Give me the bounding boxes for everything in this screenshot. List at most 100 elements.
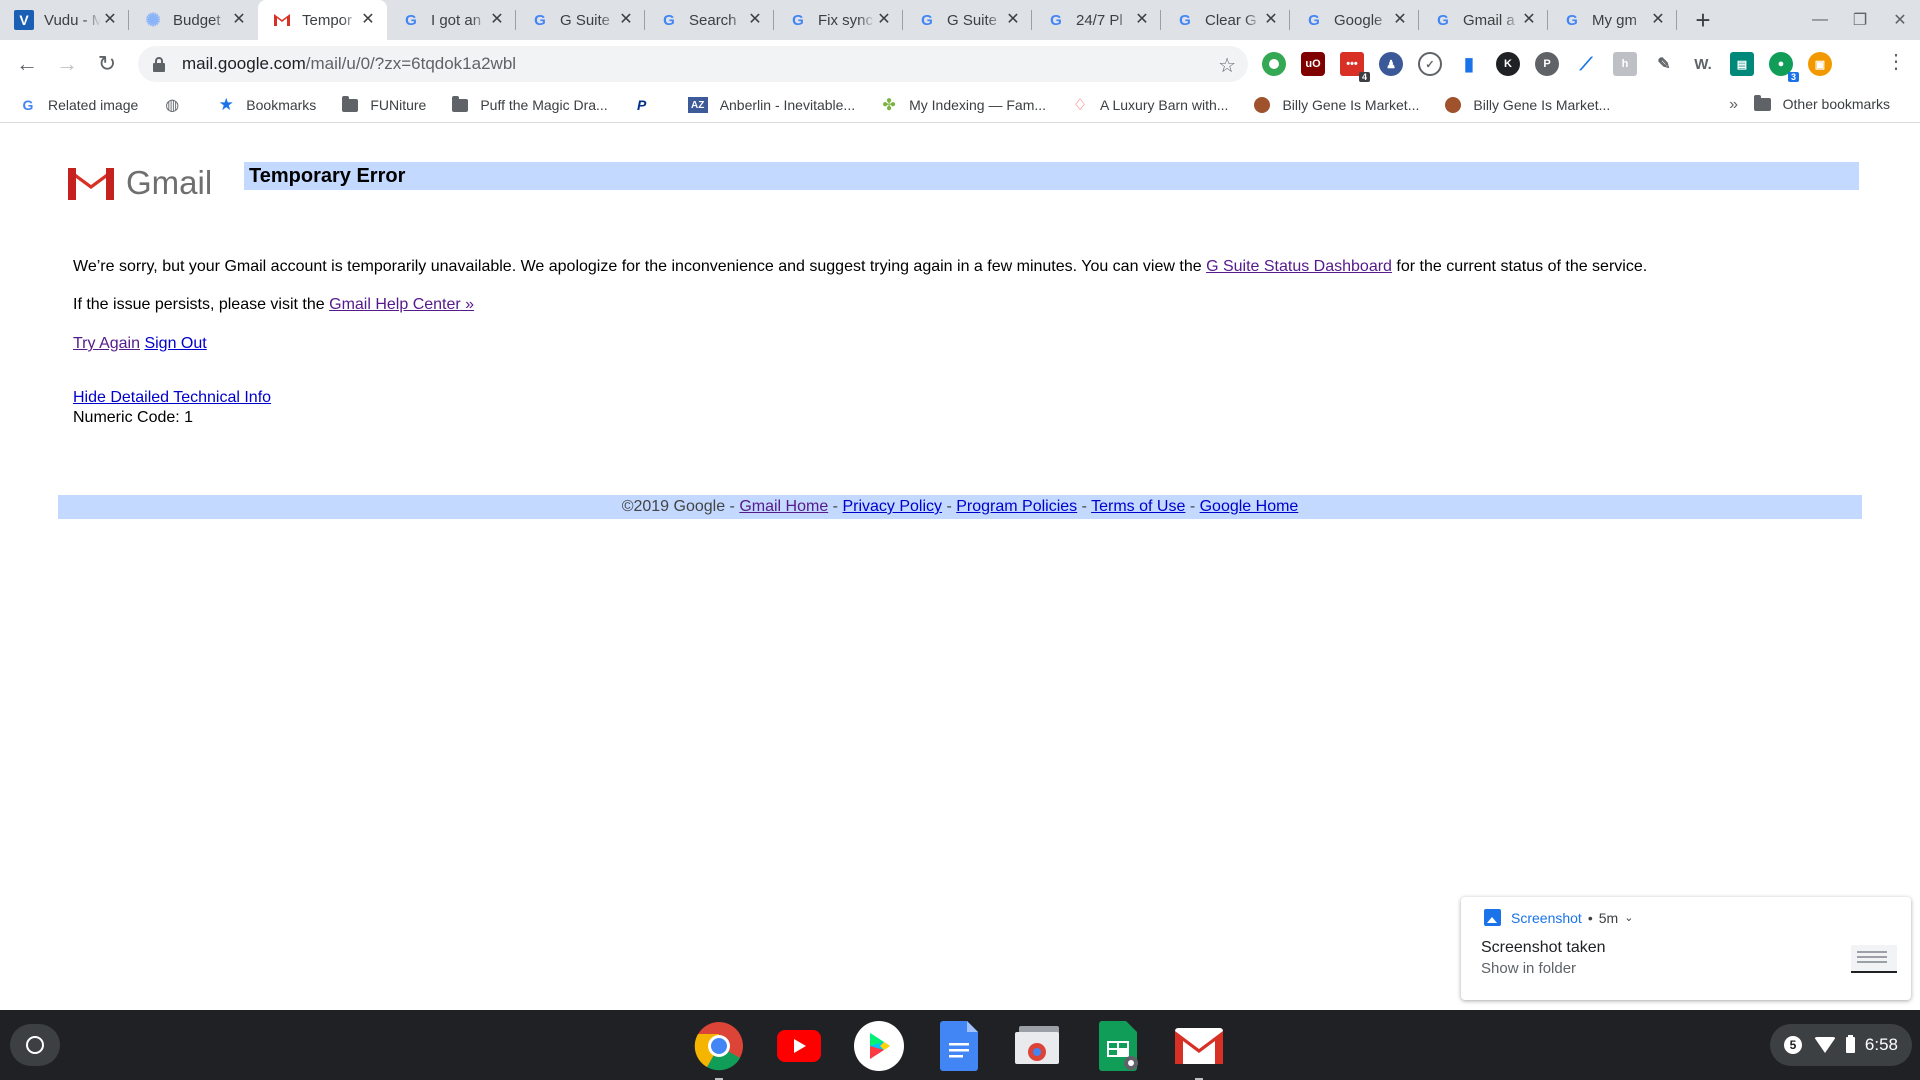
program-policies-link[interactable]: Program Policies bbox=[956, 498, 1077, 515]
close-icon[interactable]: ✕ bbox=[1262, 11, 1280, 29]
restore-icon[interactable]: ❐ bbox=[1840, 0, 1880, 40]
tab-vudu[interactable]: V Vudu - M ✕ bbox=[0, 0, 129, 40]
analytics-extension-icon[interactable]: ▮ bbox=[1457, 52, 1481, 76]
bookmark-label: Related image bbox=[48, 97, 139, 113]
orange-extension-icon[interactable]: ▣ bbox=[1808, 52, 1832, 76]
pinterest-extension-icon[interactable]: P bbox=[1535, 52, 1559, 76]
close-icon[interactable]: ✕ bbox=[617, 11, 635, 29]
paypal-icon: P bbox=[637, 97, 647, 113]
screen-capture-icon[interactable] bbox=[1013, 1020, 1065, 1072]
other-bookmarks-label: Other bookmarks bbox=[1782, 96, 1890, 112]
numeric-code: Numeric Code: 1 bbox=[73, 409, 194, 426]
tab-fix-sync[interactable]: G Fix sync ✕ bbox=[774, 0, 903, 40]
play-store-icon[interactable] bbox=[853, 1020, 905, 1072]
close-icon[interactable]: ✕ bbox=[101, 11, 119, 29]
show-in-folder-button[interactable]: Show in folder bbox=[1481, 960, 1576, 977]
check-extension-icon[interactable]: ✓ bbox=[1418, 52, 1442, 76]
bookmark-paypal[interactable]: P bbox=[634, 97, 662, 113]
k-extension-icon[interactable]: K bbox=[1496, 52, 1520, 76]
ublock-extension-icon[interactable]: uO bbox=[1301, 52, 1325, 76]
tab-g-suite-2[interactable]: G G Suite ✕ bbox=[903, 0, 1032, 40]
close-icon[interactable]: ✕ bbox=[1520, 11, 1538, 29]
message-text: for the current status of the service. bbox=[1391, 258, 1648, 275]
bookmark-anberlin[interactable]: AZ Anberlin - Inevitable... bbox=[687, 97, 855, 113]
close-window-icon[interactable]: ✕ bbox=[1880, 0, 1920, 40]
try-again-link[interactable]: Try Again bbox=[73, 335, 140, 352]
gmail-home-link[interactable]: Gmail Home bbox=[739, 498, 828, 515]
teal-extension-icon[interactable]: ▤ bbox=[1730, 52, 1754, 76]
minimize-icon[interactable]: — bbox=[1800, 0, 1840, 40]
new-tab-button[interactable]: + bbox=[1683, 0, 1723, 40]
tab-24-7[interactable]: G 24/7 Pl ✕ bbox=[1032, 0, 1161, 40]
bookmark-funiture[interactable]: FUNiture bbox=[342, 95, 426, 113]
tab-my-gmail[interactable]: G My gm ✕ bbox=[1548, 0, 1677, 40]
sheets-icon[interactable] bbox=[1093, 1020, 1145, 1072]
close-icon[interactable]: ✕ bbox=[1004, 11, 1022, 29]
notification-time-sep: • bbox=[1587, 909, 1593, 926]
gmail-icon[interactable] bbox=[1173, 1020, 1225, 1080]
terms-of-use-link[interactable]: Terms of Use bbox=[1091, 498, 1185, 515]
close-icon[interactable]: ✕ bbox=[230, 11, 248, 29]
youtube-icon[interactable] bbox=[773, 1020, 825, 1072]
feather-gray-extension-icon[interactable]: ✎ bbox=[1652, 52, 1676, 76]
account-extension-icon[interactable]: ♟ bbox=[1379, 52, 1403, 76]
close-icon[interactable]: ✕ bbox=[875, 11, 893, 29]
screenshot-notification[interactable]: Screenshot • 5m ⌄ Screenshot taken Show … bbox=[1461, 897, 1911, 1000]
close-icon[interactable]: ✕ bbox=[1391, 11, 1409, 29]
close-icon[interactable]: ✕ bbox=[1649, 11, 1667, 29]
chevron-down-icon[interactable]: ⌄ bbox=[1624, 911, 1633, 924]
hide-technical-info-link[interactable]: Hide Detailed Technical Info bbox=[73, 389, 271, 406]
status-tray[interactable]: 5 6:58 bbox=[1769, 1024, 1912, 1066]
bookmark-luxury-barn[interactable]: ♢ A Luxury Barn with... bbox=[1072, 97, 1229, 114]
tab-clear-g[interactable]: G Clear G ✕ bbox=[1161, 0, 1290, 40]
feather-extension-icon[interactable]: ⟋ bbox=[1574, 52, 1598, 76]
bookmark-bookmarks[interactable]: ★ Bookmarks bbox=[218, 95, 317, 114]
tab-google[interactable]: G Google ✕ bbox=[1290, 0, 1419, 40]
close-icon[interactable]: ✕ bbox=[359, 11, 377, 29]
back-icon[interactable]: ← bbox=[7, 44, 47, 84]
clock: 6:58 bbox=[1864, 1035, 1898, 1054]
tab-budget[interactable]: ✺ Budget ✕ bbox=[129, 0, 258, 40]
more-menu-icon[interactable]: ⋮ bbox=[1886, 52, 1906, 72]
launcher-button[interactable] bbox=[10, 1024, 60, 1066]
close-icon[interactable]: ✕ bbox=[746, 11, 764, 29]
status-dashboard-link[interactable]: G Suite Status Dashboard bbox=[1206, 258, 1392, 275]
bookmark-billy-gene-1[interactable]: Billy Gene Is Market... bbox=[1254, 97, 1419, 113]
green-ring-extension-icon[interactable] bbox=[1262, 52, 1286, 76]
bookmark-my-indexing[interactable]: ✤ My Indexing — Fam... bbox=[881, 97, 1046, 114]
bookmark-star-icon[interactable]: ☆ bbox=[1218, 53, 1236, 78]
chat-extension-icon[interactable]: ● 3 bbox=[1769, 52, 1799, 82]
bookmark-billy-gene-2[interactable]: Billy Gene Is Market... bbox=[1445, 97, 1610, 113]
bookmarks-overflow-button[interactable]: » bbox=[1729, 96, 1738, 114]
close-icon[interactable]: ✕ bbox=[1133, 11, 1151, 29]
gmail-icon bbox=[272, 10, 292, 30]
docs-icon[interactable] bbox=[933, 1020, 985, 1072]
w-extension-icon[interactable]: W. bbox=[1691, 52, 1715, 76]
bookmark-related-image[interactable]: G Related image bbox=[20, 97, 139, 113]
todoist-extension-icon[interactable]: ••• 4 bbox=[1340, 52, 1370, 82]
tab-search[interactable]: G Search ✕ bbox=[645, 0, 774, 40]
bookmark-globe[interactable]: ◍ bbox=[164, 97, 192, 114]
chrome-icon[interactable] bbox=[693, 1020, 745, 1080]
bookmarks-bar: G Related image ◍ ★ Bookmarks FUNiture Puf… bbox=[0, 88, 1920, 123]
sign-out-link[interactable]: Sign Out bbox=[144, 335, 206, 352]
reload-icon[interactable]: ↻ bbox=[87, 44, 127, 84]
gray-extension-icon[interactable]: h bbox=[1613, 52, 1637, 76]
tab-i-got-an[interactable]: G I got an ✕ bbox=[387, 0, 516, 40]
forward-icon[interactable]: → bbox=[47, 44, 87, 84]
privacy-policy-link[interactable]: Privacy Policy bbox=[842, 498, 942, 515]
vudu-icon: V bbox=[14, 10, 34, 30]
bookmark-puff[interactable]: Puff the Magic Dra... bbox=[452, 95, 608, 113]
separator: - bbox=[1077, 498, 1092, 515]
close-icon[interactable]: ✕ bbox=[488, 11, 506, 29]
tab-title: G Suite bbox=[947, 11, 998, 29]
address-bar[interactable]: mail.google.com/mail/u/0/?zx=6tqdok1a2wb… bbox=[138, 46, 1248, 82]
tab-title: Budget bbox=[173, 11, 221, 29]
google-icon: G bbox=[534, 11, 546, 29]
other-bookmarks[interactable]: Other bookmarks bbox=[1753, 94, 1890, 112]
google-home-link[interactable]: Google Home bbox=[1200, 498, 1299, 515]
tab-g-suite[interactable]: G G Suite ✕ bbox=[516, 0, 645, 40]
tab-gmail-a[interactable]: G Gmail a ✕ bbox=[1419, 0, 1548, 40]
help-center-link[interactable]: Gmail Help Center » bbox=[329, 296, 474, 313]
tab-temporary-error[interactable]: Tempor ✕ bbox=[258, 0, 387, 40]
